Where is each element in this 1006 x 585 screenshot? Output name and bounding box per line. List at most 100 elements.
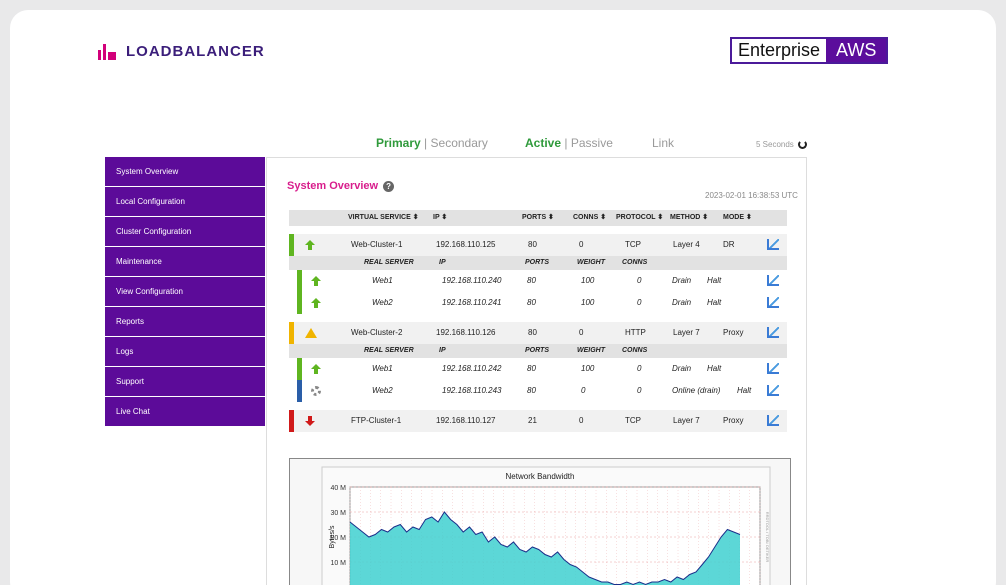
chart-side-label: RRDTOOL / TOBI OETIKER — [765, 512, 770, 563]
graph-icon[interactable] — [767, 239, 779, 250]
column-header[interactable]: METHOD ⬍ — [670, 210, 708, 226]
y-axis-label: Bytes/s — [329, 525, 336, 548]
sidebar-item-view-configuration[interactable]: View Configuration — [105, 277, 265, 307]
halt-link[interactable]: Halt — [707, 270, 721, 292]
real-server-weight: 100 — [581, 276, 595, 285]
sidebar-item-live-chat[interactable]: Live Chat — [105, 397, 265, 427]
real-server-ports: 80 — [527, 364, 536, 373]
primary-link[interactable]: Primary — [376, 136, 421, 150]
real-server-status-bar — [297, 358, 302, 380]
status-up-icon — [311, 298, 321, 308]
column-header[interactable]: PORTS ⬍ — [522, 210, 554, 226]
y-tick-label: 40 M — [330, 485, 346, 492]
real-server-column-header: REAL SERVER — [364, 259, 414, 266]
service-conns: 0 — [579, 240, 584, 249]
state-toggle: Active | Passive — [525, 136, 613, 150]
real-server-row: Web2 192.168.110.243 80 0 0 Online (drain) Hal… — [289, 380, 787, 402]
service-ip: 192.168.110.127 — [436, 416, 496, 425]
brand-logo[interactable]: LOADBALANCER — [98, 43, 265, 60]
service-mode: Proxy — [723, 416, 744, 425]
halt-link[interactable]: Halt — [707, 292, 721, 314]
sidebar-item-local-configuration[interactable]: Local Configuration — [105, 187, 265, 217]
chart-title: Network Bandwidth — [506, 472, 575, 481]
virtual-service-row: Web-Cluster-2 192.168.110.126 80 0 HTTP Layer… — [289, 322, 787, 344]
graph-icon[interactable] — [767, 327, 779, 338]
graph-icon[interactable] — [767, 297, 779, 308]
edition-label: Enterprise — [738, 40, 821, 60]
real-server-weight: 0 — [581, 386, 586, 395]
real-server-ports: 80 — [527, 298, 536, 307]
service-name[interactable]: FTP-Cluster-1 — [351, 410, 401, 432]
table-header: VIRTUAL SERVICE ⬍ IP ⬍ PORTS ⬍ CONNS ⬍ PROTO… — [289, 210, 787, 226]
drain-link[interactable]: Drain — [672, 358, 691, 380]
real-server-ip: 192.168.110.243 — [442, 386, 502, 395]
service-method: Layer 7 — [673, 416, 700, 425]
virtual-service-row: Web-Cluster-1 192.168.110.125 80 0 TCP Layer … — [289, 234, 787, 256]
real-server-name: Web2 — [372, 298, 393, 307]
service-protocol: TCP — [625, 240, 641, 249]
real-server-header: REAL SERVER IP PORTS WEIGHT CONNS — [289, 344, 787, 358]
service-protocol: HTTP — [625, 328, 646, 337]
sidebar-item-maintenance[interactable]: Maintenance — [105, 247, 265, 277]
drain-link[interactable]: Online (drain) — [672, 380, 720, 402]
service-name[interactable]: Web-Cluster-2 — [351, 322, 402, 344]
real-server-conns: 0 — [637, 364, 642, 373]
bandwidth-chart: 010 M20 M30 M40 MWed 12:00Wed 18:00Thu 0… — [321, 466, 771, 585]
status-bar — [289, 322, 294, 344]
graph-icon[interactable] — [767, 415, 779, 426]
sidebar-item-cluster-configuration[interactable]: Cluster Configuration — [105, 217, 265, 247]
service-name[interactable]: Web-Cluster-1 — [351, 234, 402, 256]
real-server-name: Web1 — [372, 364, 393, 373]
passive-link[interactable]: Passive — [571, 136, 613, 150]
secondary-link[interactable]: Secondary — [431, 136, 488, 150]
real-server-name: Web2 — [372, 386, 393, 395]
halt-link[interactable]: Halt — [707, 358, 721, 380]
real-server-row: Web1 192.168.110.240 80 100 0 Drain Halt — [289, 270, 787, 292]
status-up-icon — [311, 364, 321, 374]
graph-icon[interactable] — [767, 275, 779, 286]
column-header[interactable]: VIRTUAL SERVICE ⬍ — [348, 210, 419, 226]
page-title-text: System Overview — [287, 180, 379, 192]
sidebar-item-support[interactable]: Support — [105, 367, 265, 397]
virtual-service-row: FTP-Cluster-1 192.168.110.127 21 0 TCP Layer … — [289, 410, 787, 432]
drain-link[interactable]: Drain — [672, 292, 691, 314]
column-header[interactable]: IP ⬍ — [433, 210, 447, 226]
real-server-column-header: PORTS — [525, 259, 549, 266]
halt-link[interactable]: Halt — [737, 380, 751, 402]
refresh-interval: 5 Seconds — [756, 140, 794, 149]
service-ip: 192.168.110.126 — [436, 328, 496, 337]
real-server-column-header: IP — [439, 259, 446, 266]
service-mode: DR — [723, 240, 735, 249]
graph-icon[interactable] — [767, 363, 779, 374]
drain-link[interactable]: Drain — [672, 270, 691, 292]
active-link[interactable]: Active — [525, 136, 561, 150]
column-header[interactable]: CONNS ⬍ — [573, 210, 606, 226]
help-icon[interactable]: ? — [383, 180, 395, 192]
sidebar-item-logs[interactable]: Logs — [105, 337, 265, 367]
refresh-control[interactable]: 5 Seconds — [756, 140, 807, 149]
node-toggle: Primary | Secondary — [376, 136, 488, 150]
refresh-icon[interactable] — [797, 140, 807, 149]
real-server-conns: 0 — [637, 386, 642, 395]
sidebar-item-system-overview[interactable]: System Overview — [105, 157, 265, 187]
graph-icon[interactable] — [767, 385, 779, 396]
real-server-name: Web1 — [372, 276, 393, 285]
real-server-weight: 100 — [581, 364, 595, 373]
real-server-status-bar — [297, 292, 302, 314]
real-server-status-bar — [297, 270, 302, 292]
logo-mark-icon — [98, 43, 120, 60]
real-server-ports: 80 — [527, 276, 536, 285]
column-header[interactable]: MODE ⬍ — [723, 210, 752, 226]
real-server-conns: 0 — [637, 276, 642, 285]
y-tick-label: 30 M — [330, 510, 346, 517]
service-ports: 80 — [528, 328, 537, 337]
real-server-column-header: WEIGHT — [577, 347, 605, 354]
column-header[interactable]: PROTOCOL ⬍ — [616, 210, 663, 226]
real-server-ip: 192.168.110.241 — [442, 298, 502, 307]
service-conns: 0 — [579, 416, 584, 425]
link-toggle: Link — [652, 136, 674, 150]
link-link[interactable]: Link — [652, 136, 674, 150]
state-separator: | — [564, 136, 568, 150]
sidebar-item-reports[interactable]: Reports — [105, 307, 265, 337]
platform-label: AWS — [826, 39, 887, 62]
